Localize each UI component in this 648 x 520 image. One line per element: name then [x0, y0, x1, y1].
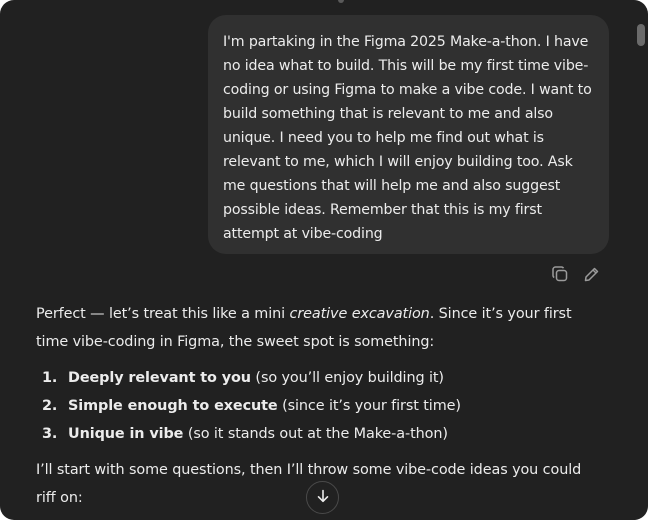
list-item-bold: Simple enough to execute — [68, 398, 278, 414]
edit-icon[interactable] — [582, 264, 602, 284]
copy-icon[interactable] — [550, 264, 570, 284]
scroll-down-button[interactable] — [306, 481, 339, 514]
assistant-intro: Perfect — let’s treat this like a mini c… — [36, 300, 596, 356]
scrollbar[interactable] — [634, 0, 648, 520]
list-number: 3. — [42, 426, 58, 442]
list-item: 1. Deeply relevant to you (so you’ll enj… — [42, 364, 596, 392]
list-number: 2. — [42, 398, 58, 414]
list-item-text: (so it stands out at the Make-a-thon) — [183, 426, 448, 442]
list-item: 3. Unique in vibe (so it stands out at t… — [42, 420, 596, 448]
list-item-text: (so you’ll enjoy building it) — [250, 370, 444, 386]
list-item-bold: Deeply relevant to you — [68, 370, 251, 386]
list-item: 2. Simple enough to execute (since it’s … — [42, 392, 596, 420]
user-message-text: I'm partaking in the Figma 2025 Make-a-t… — [223, 34, 592, 242]
intro-text-start: Perfect — let’s treat this like a mini — [36, 306, 290, 322]
user-message-bubble: I'm partaking in the Figma 2025 Make-a-t… — [208, 15, 609, 254]
list-item-bold: Unique in vibe — [68, 426, 184, 442]
list-item-text: (since it’s your first time) — [277, 398, 461, 414]
intro-emphasis: creative excavation — [289, 306, 430, 322]
top-indicator — [338, 0, 344, 3]
chat-window: I'm partaking in the Figma 2025 Make-a-t… — [0, 0, 648, 520]
list-number: 1. — [42, 370, 58, 386]
criteria-list: 1. Deeply relevant to you (so you’ll enj… — [42, 364, 596, 448]
scrollbar-thumb[interactable] — [637, 24, 645, 46]
arrow-down-icon — [315, 488, 331, 508]
message-actions — [550, 264, 602, 284]
